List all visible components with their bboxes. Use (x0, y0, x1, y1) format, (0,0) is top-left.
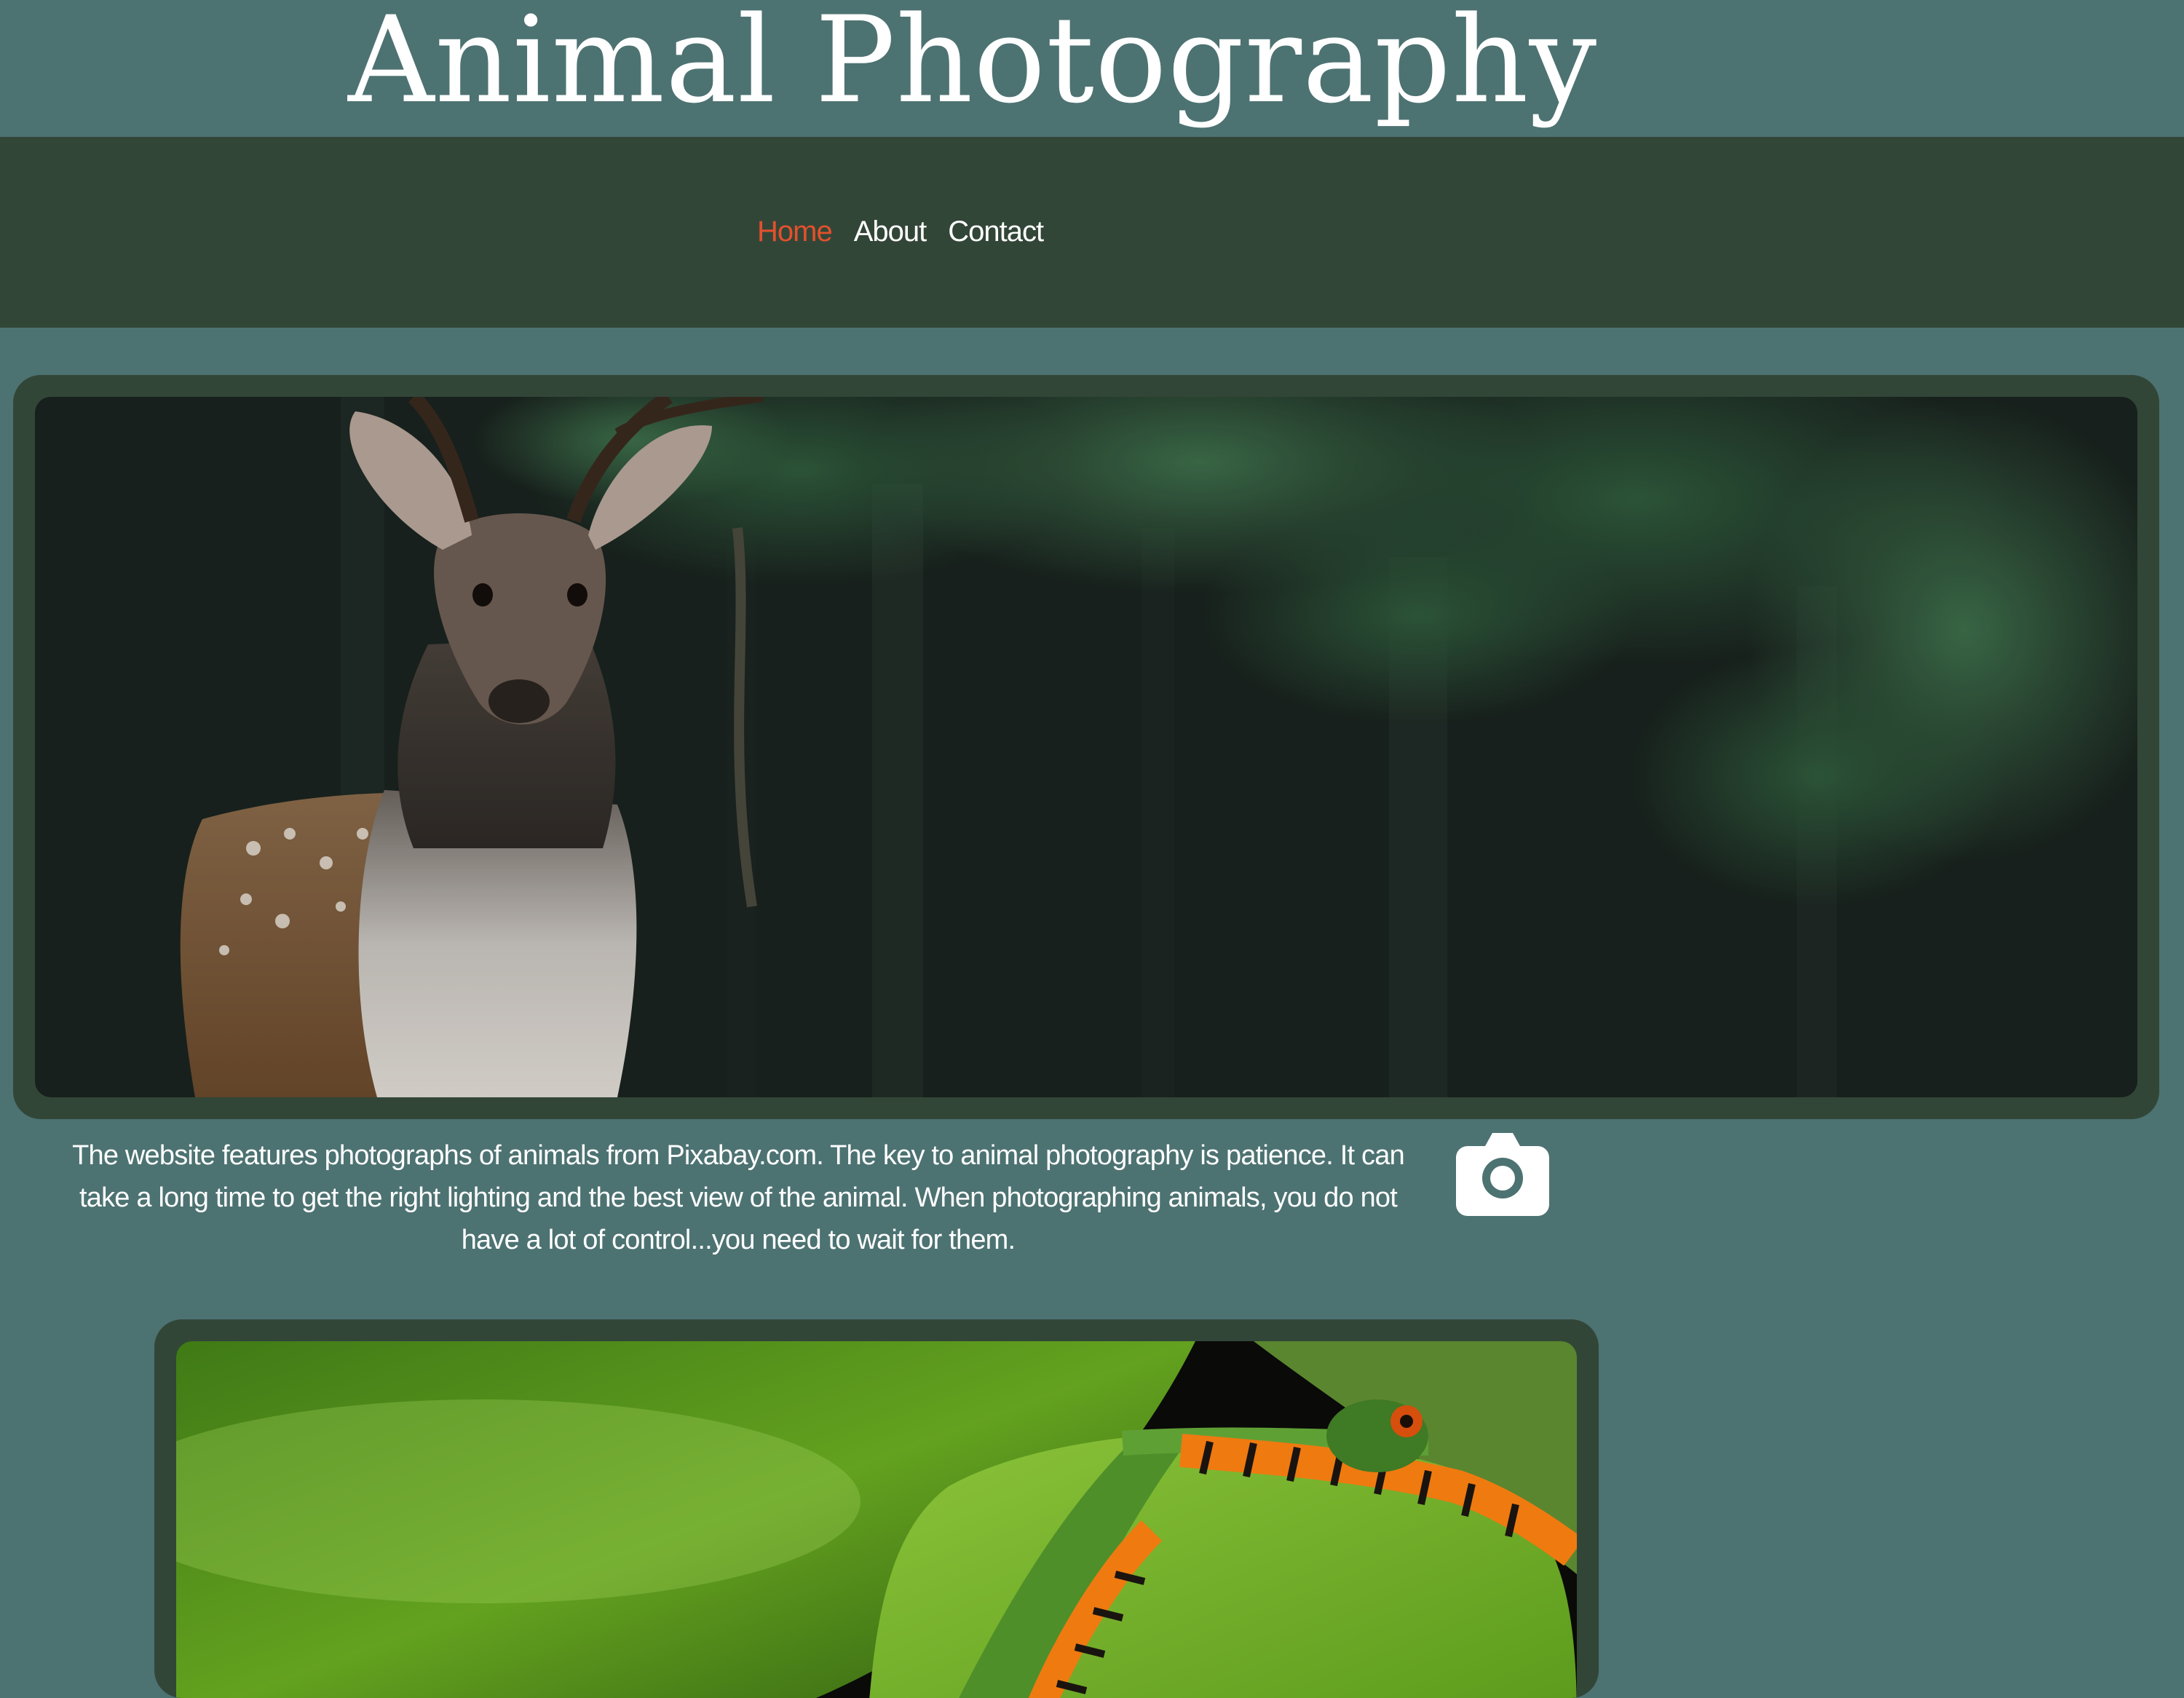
camera-icon (1456, 1133, 1549, 1216)
nav-item-home: Home (757, 211, 833, 252)
site-title: Animal Photography (348, 0, 1598, 130)
frog-image (176, 1341, 1577, 1698)
site-header: Animal Photography (0, 0, 2184, 137)
hero-image-frame (13, 375, 2159, 1119)
deer-image (35, 397, 2137, 1097)
frog-photo (176, 1341, 1577, 1698)
intro-text: The website features photographs of anim… (72, 1140, 1405, 1255)
nav-list: Home About Contact (757, 211, 1044, 252)
main-nav (0, 137, 2184, 328)
nav-link-home[interactable]: Home (757, 216, 833, 248)
frog-image-frame (154, 1319, 1599, 1698)
nav-item-about: About (854, 211, 927, 252)
deer-photo (35, 397, 2137, 1097)
nav-link-about[interactable]: About (854, 216, 927, 248)
nav-link-contact[interactable]: Contact (948, 216, 1044, 248)
nav-item-contact: Contact (948, 211, 1044, 252)
